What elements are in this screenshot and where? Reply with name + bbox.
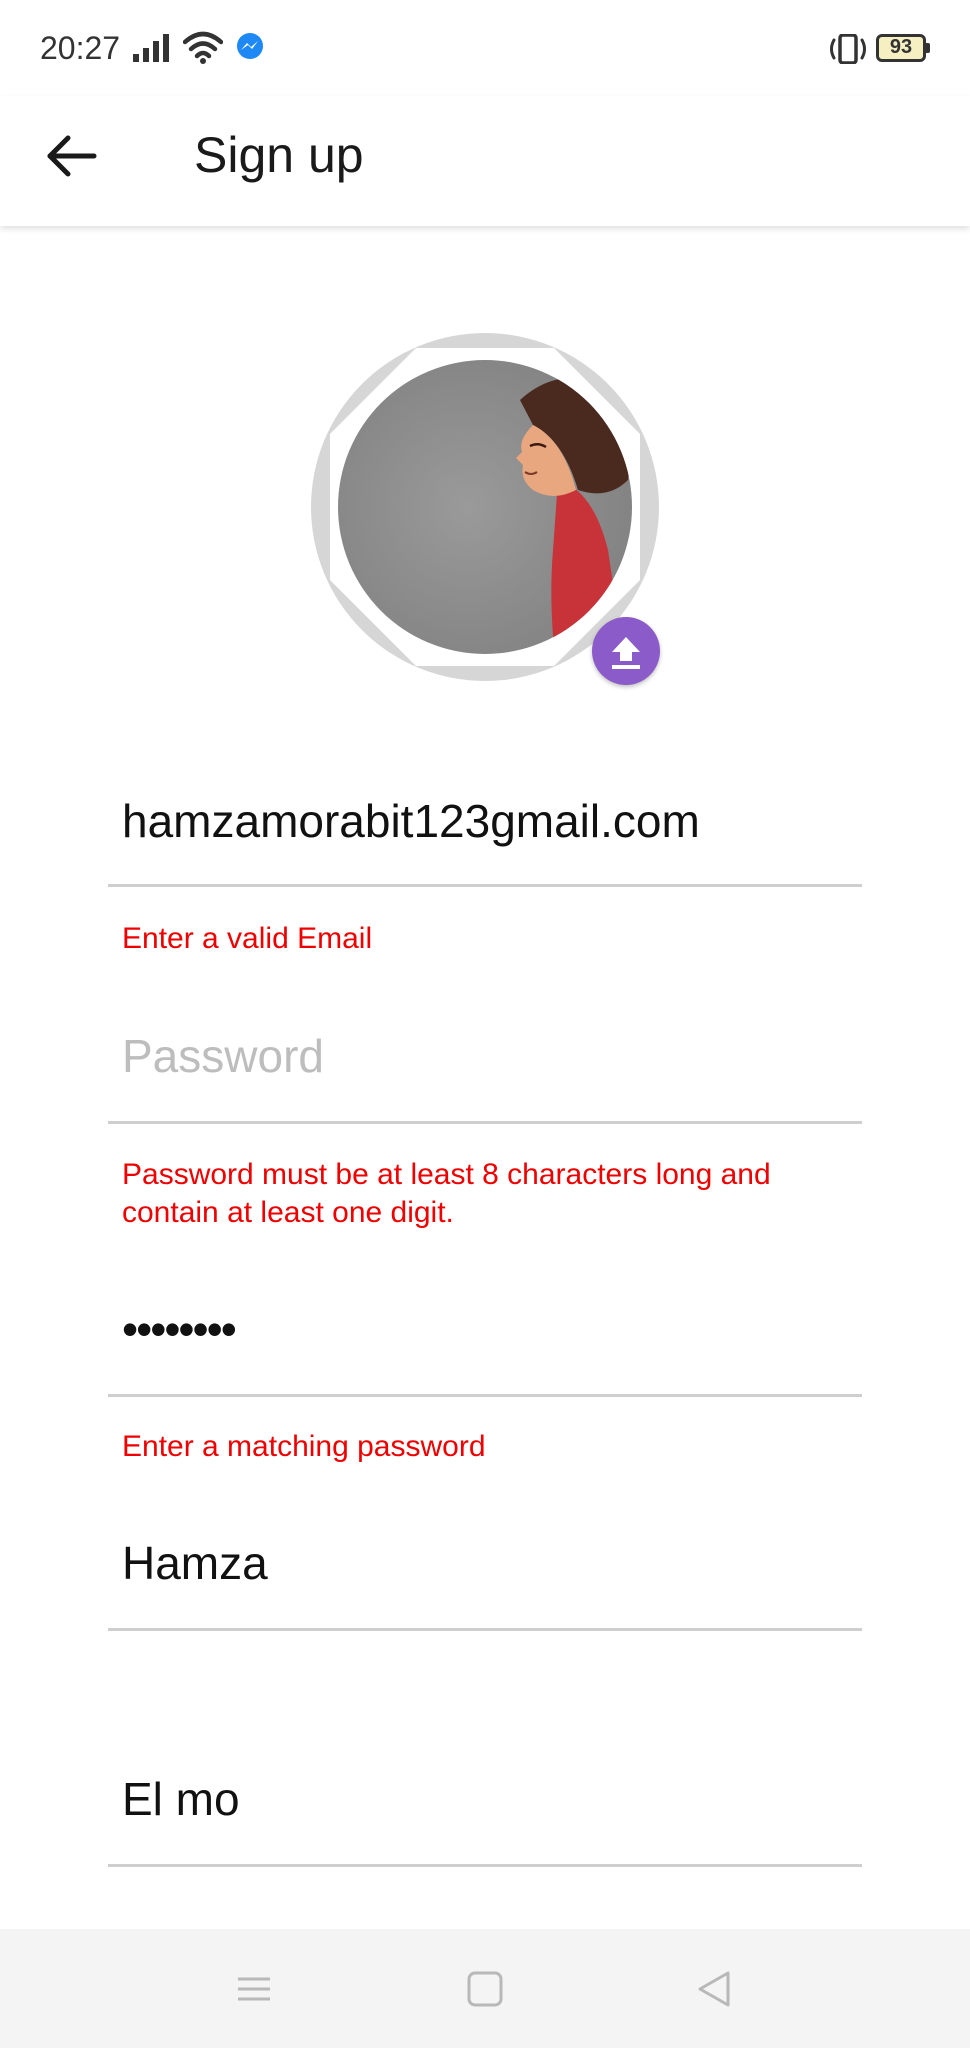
confirm-password-value: •••••••• — [122, 1303, 237, 1355]
upload-photo-button[interactable] — [592, 617, 660, 685]
confirm-password-field[interactable]: •••••••• — [108, 1288, 862, 1398]
vibrate-icon — [830, 34, 866, 64]
signal-icon — [133, 34, 169, 62]
app-bar: Sign up — [0, 96, 970, 226]
email-underline — [108, 884, 862, 887]
email-field[interactable]: hamzamorabit123gmail.com — [108, 780, 862, 890]
nav-home-button[interactable] — [455, 1959, 515, 2019]
last-name-value: El mo — [122, 1773, 240, 1825]
password-underline — [108, 1121, 862, 1124]
status-time: 20:27 — [40, 30, 121, 66]
first-name-underline — [108, 1628, 862, 1631]
last-name-underline — [108, 1864, 862, 1867]
messenger-icon — [237, 33, 263, 59]
status-bar: 20:27 93 — [0, 0, 970, 96]
password-placeholder: Password — [122, 1030, 324, 1082]
menu-icon — [238, 1977, 270, 2001]
battery-tip — [926, 43, 930, 53]
battery-level: 93 — [889, 36, 913, 58]
home-icon — [467, 1971, 503, 2007]
email-error: Enter a valid Email — [122, 922, 373, 955]
nav-menu-button[interactable] — [224, 1959, 284, 2019]
first-name-value: Hamza — [122, 1537, 268, 1589]
password-field[interactable]: Password — [108, 1015, 862, 1125]
first-name-field[interactable]: Hamza — [108, 1522, 862, 1632]
back-triangle-icon — [698, 1971, 730, 2007]
confirm-password-underline — [108, 1394, 862, 1397]
password-error: Password must be at least 8 characters l… — [122, 1158, 771, 1229]
system-nav-bar — [0, 1929, 970, 2048]
nav-back-button[interactable] — [684, 1959, 744, 2019]
last-name-field[interactable]: El mo — [108, 1758, 862, 1868]
back-button[interactable] — [36, 120, 108, 192]
arrow-left-icon — [47, 135, 97, 177]
page-title: Sign up — [194, 127, 364, 183]
confirm-password-error: Enter a matching password — [122, 1430, 486, 1463]
upload-icon — [612, 637, 640, 669]
wifi-icon — [183, 31, 223, 64]
email-input-value: hamzamorabit123gmail.com — [122, 795, 700, 847]
